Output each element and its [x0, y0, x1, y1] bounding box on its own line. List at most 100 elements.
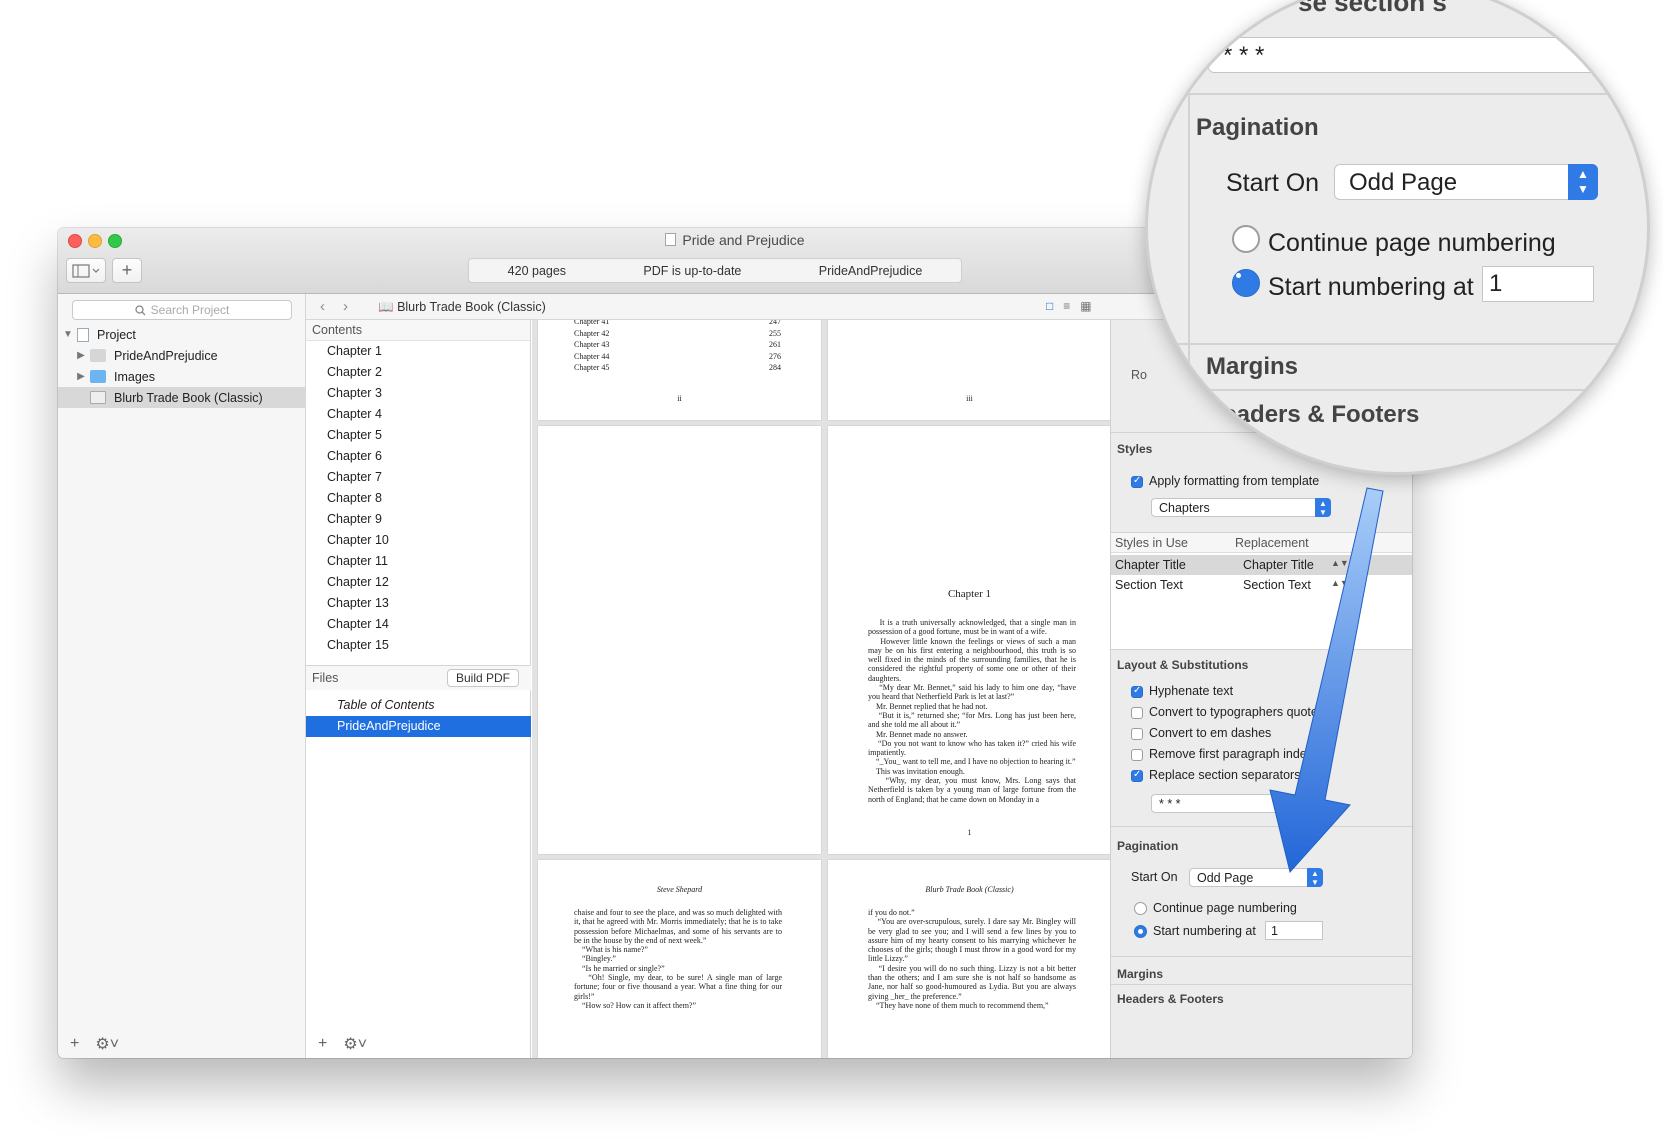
chapter-item[interactable]: Chapter 13 — [306, 593, 530, 614]
preview-page-ii[interactable]: Chapter 41 247 Chapter 42 255 Chapter 43 261 C… — [538, 320, 821, 420]
list-view-icon[interactable]: ≡ — [1063, 299, 1080, 313]
start-on-select[interactable]: Odd Page ▲ ▼ — [1189, 868, 1323, 887]
continue-numbering-radio[interactable] — [1134, 902, 1147, 915]
page-count: 420 pages — [507, 263, 567, 278]
option-checkbox[interactable] — [1131, 728, 1143, 740]
page-view-icon[interactable]: □ — [1046, 299, 1063, 313]
disclosure-closed-icon[interactable]: ▶ — [76, 350, 86, 361]
zoom-continue-radio — [1232, 225, 1260, 253]
zoom-start-numbering-label: Start numbering at — [1268, 273, 1474, 301]
zoom-start-on-label: Start On — [1226, 169, 1320, 197]
margins-section-title[interactable]: Margins — [1117, 967, 1163, 981]
chevron-updown-icon[interactable]: ▲▼ — [1331, 578, 1349, 588]
binder-item-prideandprejudice[interactable]: ▶ PrideAndPrejudice — [58, 345, 306, 366]
styles-table: Styles in Use Replacement Chapter Title … — [1111, 532, 1412, 650]
search-input[interactable]: Search Project — [72, 300, 292, 320]
binder-item-label: Blurb Trade Book (Classic) — [114, 390, 263, 405]
chapter-item[interactable]: Chapter 9 — [306, 509, 530, 530]
chapter-item[interactable]: Chapter 2 — [306, 362, 530, 383]
toc-entry-page: 255 — [769, 328, 781, 338]
layout-section-title: Layout & Substitutions — [1117, 658, 1249, 672]
chapter-item[interactable]: Chapter 12 — [306, 572, 530, 593]
preview-page-blank[interactable] — [538, 426, 821, 854]
start-number-input[interactable]: 1 — [1265, 921, 1323, 940]
pdf-preview: Chapter 41 247 Chapter 42 255 Chapter 43 261 C… — [532, 320, 1110, 1058]
table-row[interactable]: Section Text Section Text ▲▼ — [1111, 575, 1412, 595]
toc-entry-title: Chapter 41 — [574, 320, 610, 326]
page-number: iii — [966, 394, 973, 403]
forward-icon[interactable]: › — [343, 298, 366, 315]
binder-item-images[interactable]: ▶ Images — [58, 366, 306, 387]
chapter-item[interactable]: Chapter 6 — [306, 446, 530, 467]
window-title-text: Pride and Prejudice — [682, 232, 805, 248]
sidebar-toggle-button[interactable] — [66, 258, 106, 283]
column-header: Replacement — [1235, 536, 1309, 550]
add-icon[interactable]: + — [70, 1035, 79, 1053]
start-on-label: Start On — [1131, 870, 1178, 884]
chapter-item[interactable]: Chapter 1 — [306, 341, 530, 362]
preview-page-iii[interactable]: iii — [828, 320, 1110, 420]
option-label: Remove first paragraph indent — [1149, 747, 1318, 761]
build-pdf-button[interactable]: Build PDF — [446, 669, 519, 687]
option-checkbox[interactable] — [1131, 707, 1143, 719]
binder-item-project[interactable]: ▼ Project — [58, 324, 306, 345]
separator-select[interactable]: * * * ▲ ▼ — [1151, 794, 1317, 813]
binder-item-blurb-trade-book[interactable]: Blurb Trade Book (Classic) — [58, 387, 306, 408]
pdf-status: PDF is up-to-date — [643, 263, 742, 278]
chevron-updown-icon: ▲ ▼ — [1315, 498, 1331, 517]
replacement-value[interactable]: Chapter Title — [1243, 558, 1314, 572]
preview-page-right[interactable]: Blurb Trade Book (Classic) if you do not… — [828, 860, 1110, 1058]
replacement-value[interactable]: Section Text — [1243, 578, 1311, 592]
toc-entry-title: Chapter 45 — [574, 363, 610, 372]
chapter-list: Chapter 1 Chapter 2 Chapter 3 Chapter 4 Chap… — [306, 341, 530, 656]
zoom-start-number-field: 1 — [1482, 266, 1594, 302]
divider — [1111, 826, 1412, 827]
files-header: Files Build PDF — [306, 665, 531, 690]
search-icon — [134, 304, 146, 315]
add-button[interactable]: + — [112, 258, 142, 283]
option-checkbox[interactable] — [1131, 749, 1143, 761]
file-item-prideandprejudice[interactable]: PrideAndPrejudice — [306, 716, 531, 737]
zoom-separator-field: * * * — [1208, 37, 1647, 73]
chapter-item[interactable]: Chapter 5 — [306, 425, 530, 446]
status-bar: 420 pages PDF is up-to-date PrideAndPrej… — [468, 258, 962, 283]
headers-footers-section-title[interactable]: Headers & Footers — [1117, 992, 1224, 1006]
preview-page-left[interactable]: Steve Shepard chaise and four to see the… — [538, 860, 821, 1058]
disclosure-closed-icon[interactable]: ▶ — [76, 371, 86, 382]
preview-page-chapter-1[interactable]: Chapter 1 It is a truth universally ackn… — [828, 426, 1110, 854]
table-row[interactable]: Chapter Title Chapter Title ▲▼ — [1111, 555, 1412, 575]
chapter-item[interactable]: Chapter 4 — [306, 404, 530, 425]
chevron-updown-icon: ▲ ▼ — [1301, 794, 1317, 813]
add-icon[interactable]: + — [318, 1035, 327, 1053]
nav-arrows[interactable]: ‹› — [320, 298, 366, 315]
start-numbering-radio[interactable] — [1134, 925, 1147, 938]
chapter-item[interactable]: Chapter 3 — [306, 383, 530, 404]
option-checkbox[interactable] — [1131, 769, 1143, 782]
style-name: Section Text — [1115, 578, 1183, 592]
template-select[interactable]: Chapters ▲ ▼ — [1151, 498, 1331, 517]
chapter-item[interactable]: Chapter 10 — [306, 530, 530, 551]
option-label: Convert to typographers quotes — [1149, 705, 1325, 719]
disclosure-open-icon[interactable]: ▼ — [63, 329, 73, 340]
apply-formatting-checkbox[interactable] — [1131, 475, 1143, 488]
option-label: Replace section separators with — [1149, 768, 1327, 782]
truncated-label: Ro — [1131, 368, 1147, 382]
chapter-item[interactable]: Chapter 15 — [306, 635, 530, 656]
styles-table-header: Styles in Use Replacement — [1111, 533, 1412, 553]
chapter-item[interactable]: Chapter 8 — [306, 488, 530, 509]
file-item-table-of-contents[interactable]: Table of Contents — [306, 695, 531, 716]
chevron-updown-icon[interactable]: ▲▼ — [1331, 558, 1349, 568]
document-name: PrideAndPrejudice — [818, 263, 923, 278]
gear-icon[interactable]: ⚙˅ — [95, 1034, 119, 1054]
chapter-item[interactable]: Chapter 14 — [306, 614, 530, 635]
back-icon[interactable]: ‹ — [320, 298, 343, 315]
grid-view-icon[interactable]: ▦ — [1080, 299, 1101, 313]
chapter-item[interactable]: Chapter 7 — [306, 467, 530, 488]
template-select-value: Chapters — [1159, 501, 1210, 515]
toc-entry-page: 284 — [769, 363, 781, 372]
document-icon — [665, 233, 677, 246]
gear-icon[interactable]: ⚙˅ — [343, 1034, 367, 1054]
chapter-item[interactable]: Chapter 11 — [306, 551, 530, 572]
chapter-body-text: It is a truth universally acknowledged, … — [868, 618, 1076, 804]
option-checkbox[interactable] — [1131, 685, 1143, 698]
